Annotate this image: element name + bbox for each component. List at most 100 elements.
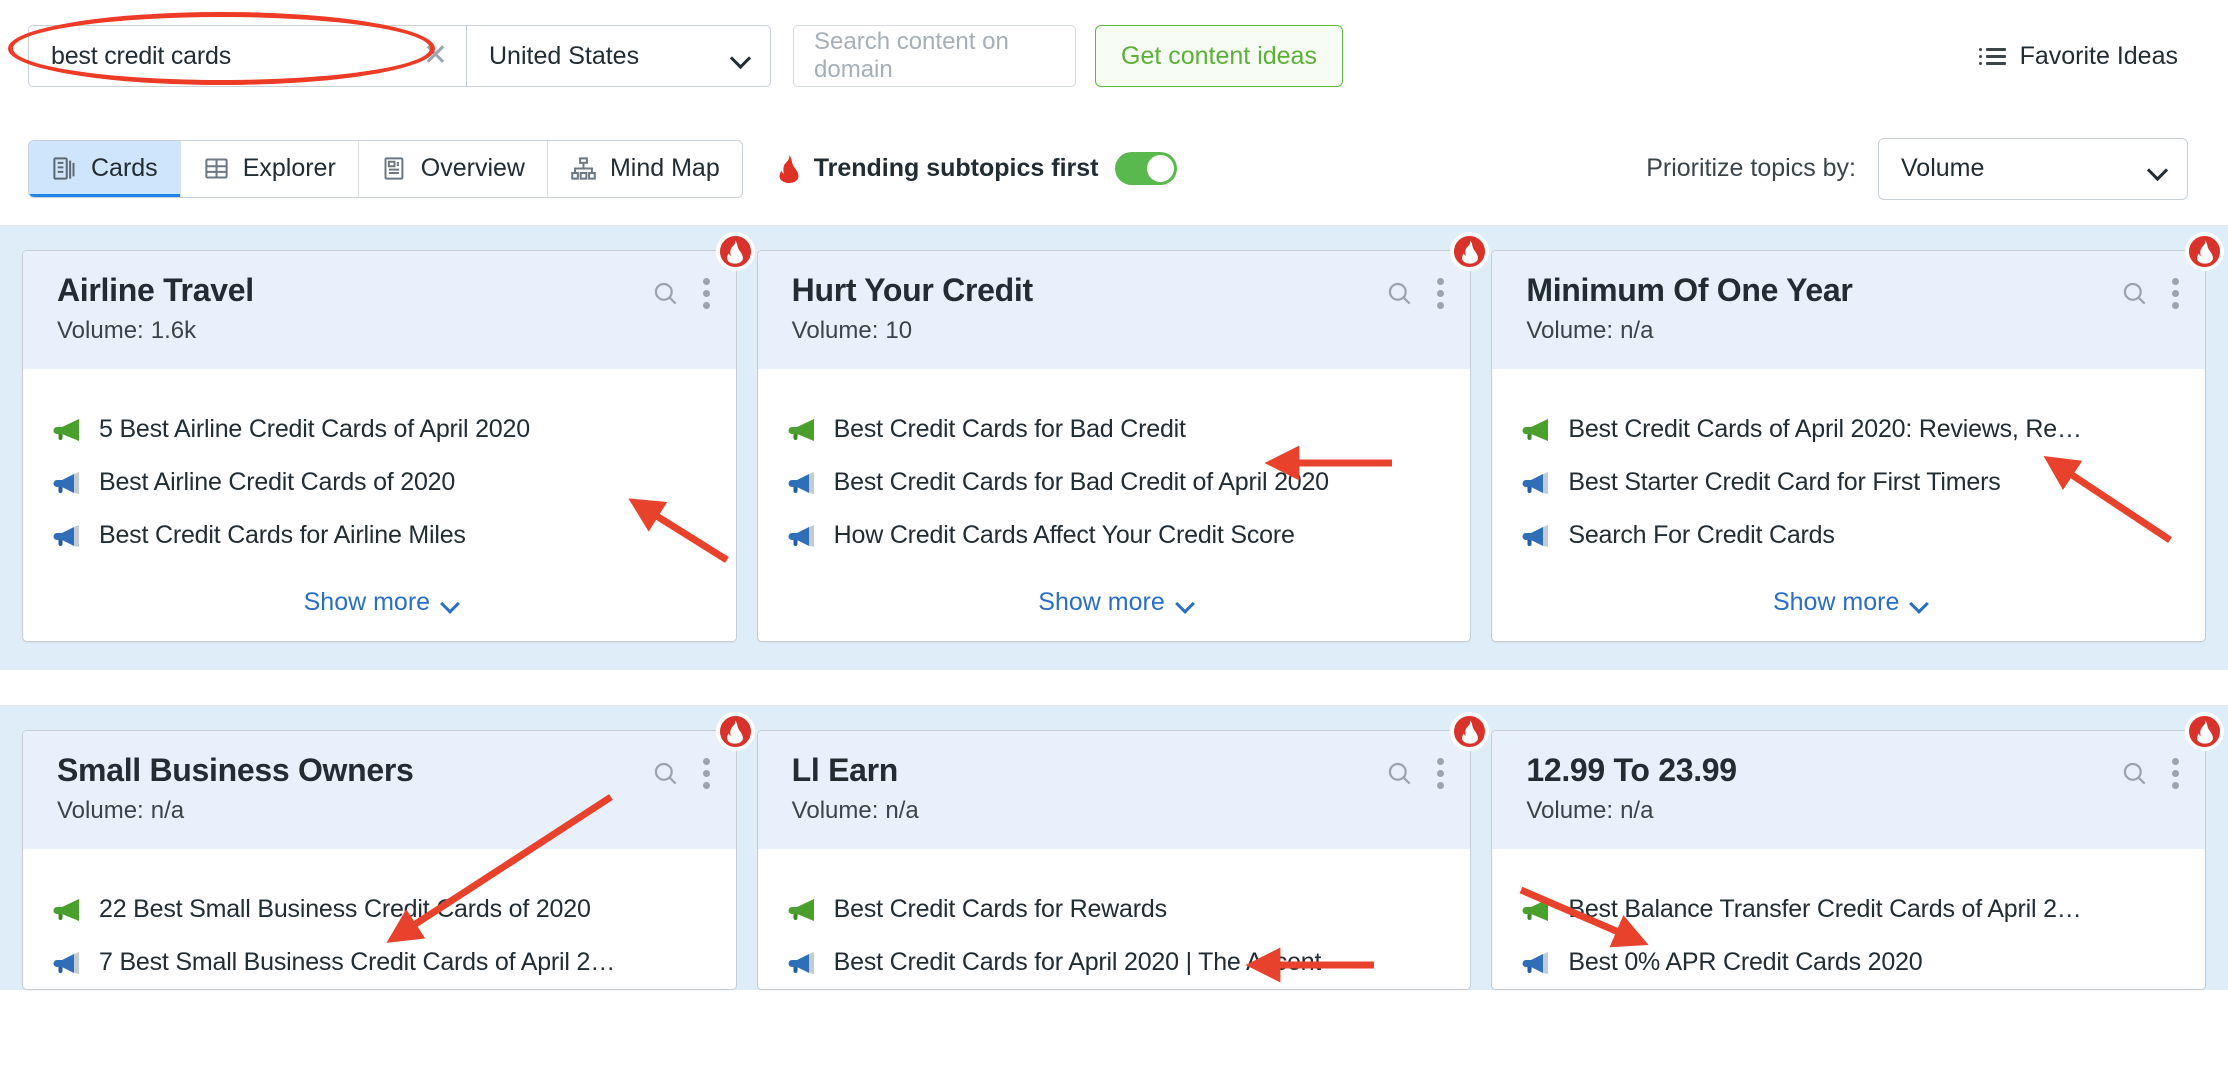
tab-explorer-label: Explorer xyxy=(242,154,336,182)
chevron-down-icon xyxy=(442,597,459,608)
card-title: Minimum Of One Year xyxy=(1526,272,1853,308)
card-volume: Volume: n/a xyxy=(57,797,710,825)
keyword-input[interactable]: best credit cards ✕ xyxy=(28,25,466,87)
megaphone-blue-icon xyxy=(1522,470,1550,496)
card-volume-value: n/a xyxy=(1620,317,1654,344)
card-volume-label: Volume: xyxy=(791,317,879,344)
list-item[interactable]: Best Credit Cards for Bad Credit of Apri… xyxy=(788,456,1445,509)
more-options-icon[interactable] xyxy=(2172,758,2180,789)
list-item-label: Best Airline Credit Cards of 2020 xyxy=(99,468,456,496)
search-icon[interactable] xyxy=(1386,760,1413,787)
list-item[interactable]: Best Starter Credit Card for First Timer… xyxy=(1522,456,2179,509)
megaphone-green-icon xyxy=(1522,417,1550,443)
get-content-ideas-button[interactable]: Get content ideas xyxy=(1095,25,1343,87)
view-toolbar: Cards Explorer Overview Mind Map Trendin… xyxy=(0,112,2228,225)
list-item[interactable]: Best Balance Transfer Credit Cards of Ap… xyxy=(1522,883,2179,936)
list-item[interactable]: Best Credit Cards for Rewards xyxy=(788,883,1445,936)
card-body: Best Balance Transfer Credit Cards of Ap… xyxy=(1492,849,2206,989)
list-item[interactable]: Best 0% APR Credit Cards 2020 xyxy=(1522,936,2179,989)
prioritize-select-value: Volume xyxy=(1901,154,1985,182)
search-icon[interactable] xyxy=(652,280,679,307)
trending-badge-icon xyxy=(715,232,755,271)
list-item[interactable]: Best Credit Cards for Airline Miles xyxy=(53,509,710,562)
list-item[interactable]: 5 Best Airline Credit Cards of April 202… xyxy=(53,403,710,456)
card-header: Ll Earn Volume: n/a xyxy=(757,731,1471,849)
card-body: Best Credit Cards of April 2020: Reviews… xyxy=(1492,369,2206,641)
trending-badge-icon xyxy=(715,712,755,751)
tab-overview[interactable]: Overview xyxy=(358,140,548,197)
card-body: 5 Best Airline Credit Cards of April 202… xyxy=(23,369,736,641)
topic-card[interactable]: Hurt Your Credit Volume: 10 Best Credit … xyxy=(756,232,1490,642)
clear-icon[interactable]: ✕ xyxy=(413,41,448,71)
mindmap-icon xyxy=(570,155,597,182)
list-item[interactable]: Best Credit Cards of April 2020: Reviews… xyxy=(1522,403,2179,456)
list-item-label: 5 Best Airline Credit Cards of April 202… xyxy=(99,415,530,443)
search-icon[interactable] xyxy=(652,760,679,787)
tab-cards[interactable]: Cards xyxy=(29,140,181,197)
keyword-search-group: best credit cards ✕ United States xyxy=(28,25,771,87)
card-header: Airline Travel Volume: 1.6k xyxy=(23,251,736,369)
favorite-ideas-button[interactable]: Favorite Ideas xyxy=(1978,42,2188,71)
list-item-label: How Credit Cards Affect Your Credit Scor… xyxy=(833,521,1295,549)
list-item-label: Best 0% APR Credit Cards 2020 xyxy=(1568,948,1923,976)
list-item[interactable]: Search For Credit Cards xyxy=(1522,509,2179,562)
card-row-2: Small Business Owners Volume: n/a 22 Bes… xyxy=(0,705,2228,990)
card-volume-value: n/a xyxy=(150,797,185,824)
top-search-bar: best credit cards ✕ United States Search… xyxy=(0,0,2228,112)
card-volume: Volume: n/a xyxy=(1526,317,2179,345)
show-more-label: Show more xyxy=(1772,588,1900,616)
trending-badge-icon xyxy=(2185,232,2225,271)
list-item[interactable]: 7 Best Small Business Credit Cards of Ap… xyxy=(53,936,710,989)
search-icon[interactable] xyxy=(2121,760,2148,787)
card-header: Small Business Owners Volume: n/a xyxy=(23,731,736,849)
list-item[interactable]: How Credit Cards Affect Your Credit Scor… xyxy=(788,509,1445,562)
more-options-icon[interactable] xyxy=(702,758,710,789)
search-icon[interactable] xyxy=(2121,280,2148,307)
prioritize-label: Prioritize topics by: xyxy=(1646,154,1856,182)
card-volume: Volume: n/a xyxy=(792,797,1445,825)
topic-card[interactable]: Minimum Of One Year Volume: n/a Best Cre… xyxy=(1491,232,2225,642)
domain-search-input[interactable]: Search content on domain xyxy=(793,25,1076,87)
card-volume-value: n/a xyxy=(885,797,919,824)
card-header: Hurt Your Credit Volume: 10 xyxy=(757,251,1471,369)
more-options-icon[interactable] xyxy=(1437,278,1445,309)
trending-badge-icon xyxy=(1450,712,1490,751)
topic-card[interactable]: 12.99 To 23.99 Volume: n/a Best Balance … xyxy=(1491,712,2225,990)
chevron-down-icon xyxy=(1911,597,1928,608)
topic-card[interactable]: Airline Travel Volume: 1.6k 5 Best Airli… xyxy=(22,232,755,642)
card-title: Ll Earn xyxy=(791,752,899,788)
tab-mind-map[interactable]: Mind Map xyxy=(547,140,742,197)
topic-card[interactable]: Ll Earn Volume: n/a Best Credit Cards fo… xyxy=(756,712,1490,990)
trending-badge-icon xyxy=(1450,232,1490,271)
more-options-icon[interactable] xyxy=(702,278,710,309)
country-select[interactable]: United States xyxy=(466,25,771,87)
tab-explorer[interactable]: Explorer xyxy=(180,140,359,197)
card-volume-label: Volume: xyxy=(57,797,144,824)
list-item[interactable]: Best Credit Cards for April 2020 | The A… xyxy=(788,936,1445,989)
search-icon[interactable] xyxy=(1386,280,1413,307)
megaphone-blue-icon xyxy=(788,470,816,496)
prioritize-select[interactable]: Volume xyxy=(1878,137,2188,200)
show-more-row: Show more xyxy=(1522,562,2179,641)
cards-area: Airline Travel Volume: 1.6k 5 Best Airli… xyxy=(0,225,2228,990)
list-item[interactable]: Best Airline Credit Cards of 2020 xyxy=(53,456,710,509)
show-more-button[interactable]: Show more xyxy=(304,588,459,617)
flame-icon xyxy=(777,154,801,183)
card-row-1: Airline Travel Volume: 1.6k 5 Best Airli… xyxy=(0,225,2228,670)
card-volume-label: Volume: xyxy=(1526,317,1614,344)
card-volume: Volume: 10 xyxy=(792,317,1445,345)
table-icon xyxy=(203,155,230,182)
more-options-icon[interactable] xyxy=(2172,278,2180,309)
list-item[interactable]: 22 Best Small Business Credit Cards of 2… xyxy=(53,883,710,936)
card-volume-label: Volume: xyxy=(1526,797,1614,824)
list-item-label: Best Credit Cards for Airline Miles xyxy=(99,521,466,549)
show-more-button[interactable]: Show more xyxy=(1038,588,1193,617)
list-item[interactable]: Best Credit Cards for Bad Credit xyxy=(788,403,1445,456)
topic-card[interactable]: Small Business Owners Volume: n/a 22 Bes… xyxy=(22,712,755,990)
list-item-label: Best Credit Cards of April 2020: Reviews… xyxy=(1568,415,2082,443)
card-volume-value: 10 xyxy=(885,317,913,344)
trending-subtopics-toggle[interactable] xyxy=(1115,152,1178,185)
megaphone-blue-icon xyxy=(53,523,81,549)
show-more-button[interactable]: Show more xyxy=(1773,588,1928,617)
more-options-icon[interactable] xyxy=(1437,758,1445,789)
